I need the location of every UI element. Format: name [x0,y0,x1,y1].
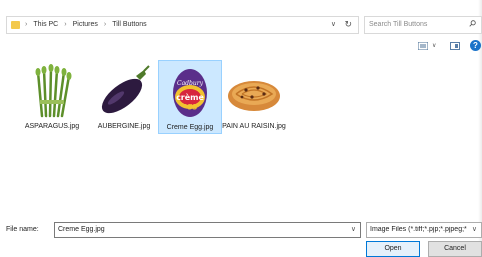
svg-text:Cadbury: Cadbury [177,80,204,87]
file-item-pain-au-raisin[interactable]: PAIN AU RAISIN.jpg [222,62,286,131]
refresh-icon[interactable]: ↻ [344,19,352,30]
address-history-dropdown-icon[interactable]: ∨ [331,20,336,28]
file-name-label-text: File name: [6,226,39,233]
breadcrumb-this-pc[interactable]: This PC [33,21,58,28]
breadcrumb-separator: › [64,21,67,28]
breadcrumb-separator: › [103,21,107,28]
search-placeholder: Search Till Buttons [369,21,428,28]
view-dropdown-icon[interactable]: ∨ [432,42,436,49]
asparagus-thumbnail [35,64,72,118]
address-bar[interactable]: › This PC › Pictures › Till Buttons ∨ ↻ [6,16,359,34]
cancel-button[interactable]: Cancel [428,241,482,257]
file-type-value: Image Files (*.tiff;*.pjp;*.pjpeg;* [370,226,467,233]
file-name-label: AUBERGINE.jpg [97,123,151,130]
file-item-creme-egg[interactable]: Cadbury crème egg Creme Egg.jpg [158,60,222,134]
file-open-dialog: › This PC › Pictures › Till Buttons ∨ ↻ … [0,0,482,257]
creme-egg-thumbnail: Cadbury crème egg [173,69,207,117]
breadcrumb-pictures[interactable]: Pictures [73,21,98,28]
aubergine-thumbnail [101,65,150,114]
breadcrumb-separator: › [25,21,28,28]
file-name-input[interactable]: Creme Egg.jpg ∨ [54,222,361,238]
breadcrumb: › This PC › Pictures › Till Buttons [25,21,147,28]
file-type-select[interactable]: Image Files (*.tiff;*.pjp;*.pjpeg;* ∨ [366,222,482,238]
help-icon[interactable]: ? [470,40,481,51]
file-item-aubergine[interactable]: AUBERGINE.jpg [92,62,156,131]
file-name-label: Creme Egg.jpg [166,124,214,131]
folder-icon [11,21,20,29]
pain-au-raisin-thumbnail [228,81,280,111]
file-name-label: ASPARAGUS.jpg [24,123,80,130]
file-name-value: Creme Egg.jpg [58,226,105,233]
search-icon[interactable] [469,20,476,27]
open-button[interactable]: Open [366,241,420,257]
file-list: ASPARAGUS.jpg AUBERGINE.jpg Cadbury crèm… [0,56,482,216]
preview-pane-icon[interactable] [450,42,460,50]
search-box[interactable]: Search Till Buttons [364,16,482,34]
file-type-dropdown-icon[interactable]: ∨ [472,225,477,233]
file-name-label: PAIN AU RAISIN.jpg [222,123,286,130]
svg-text:egg: egg [183,102,198,110]
svg-text:crème: crème [176,92,204,102]
file-name-dropdown-icon[interactable]: ∨ [351,225,356,233]
breadcrumb-till-buttons[interactable]: Till Buttons [112,21,146,28]
file-item-asparagus[interactable]: ASPARAGUS.jpg [20,62,84,131]
view-list-icon[interactable] [418,42,428,50]
